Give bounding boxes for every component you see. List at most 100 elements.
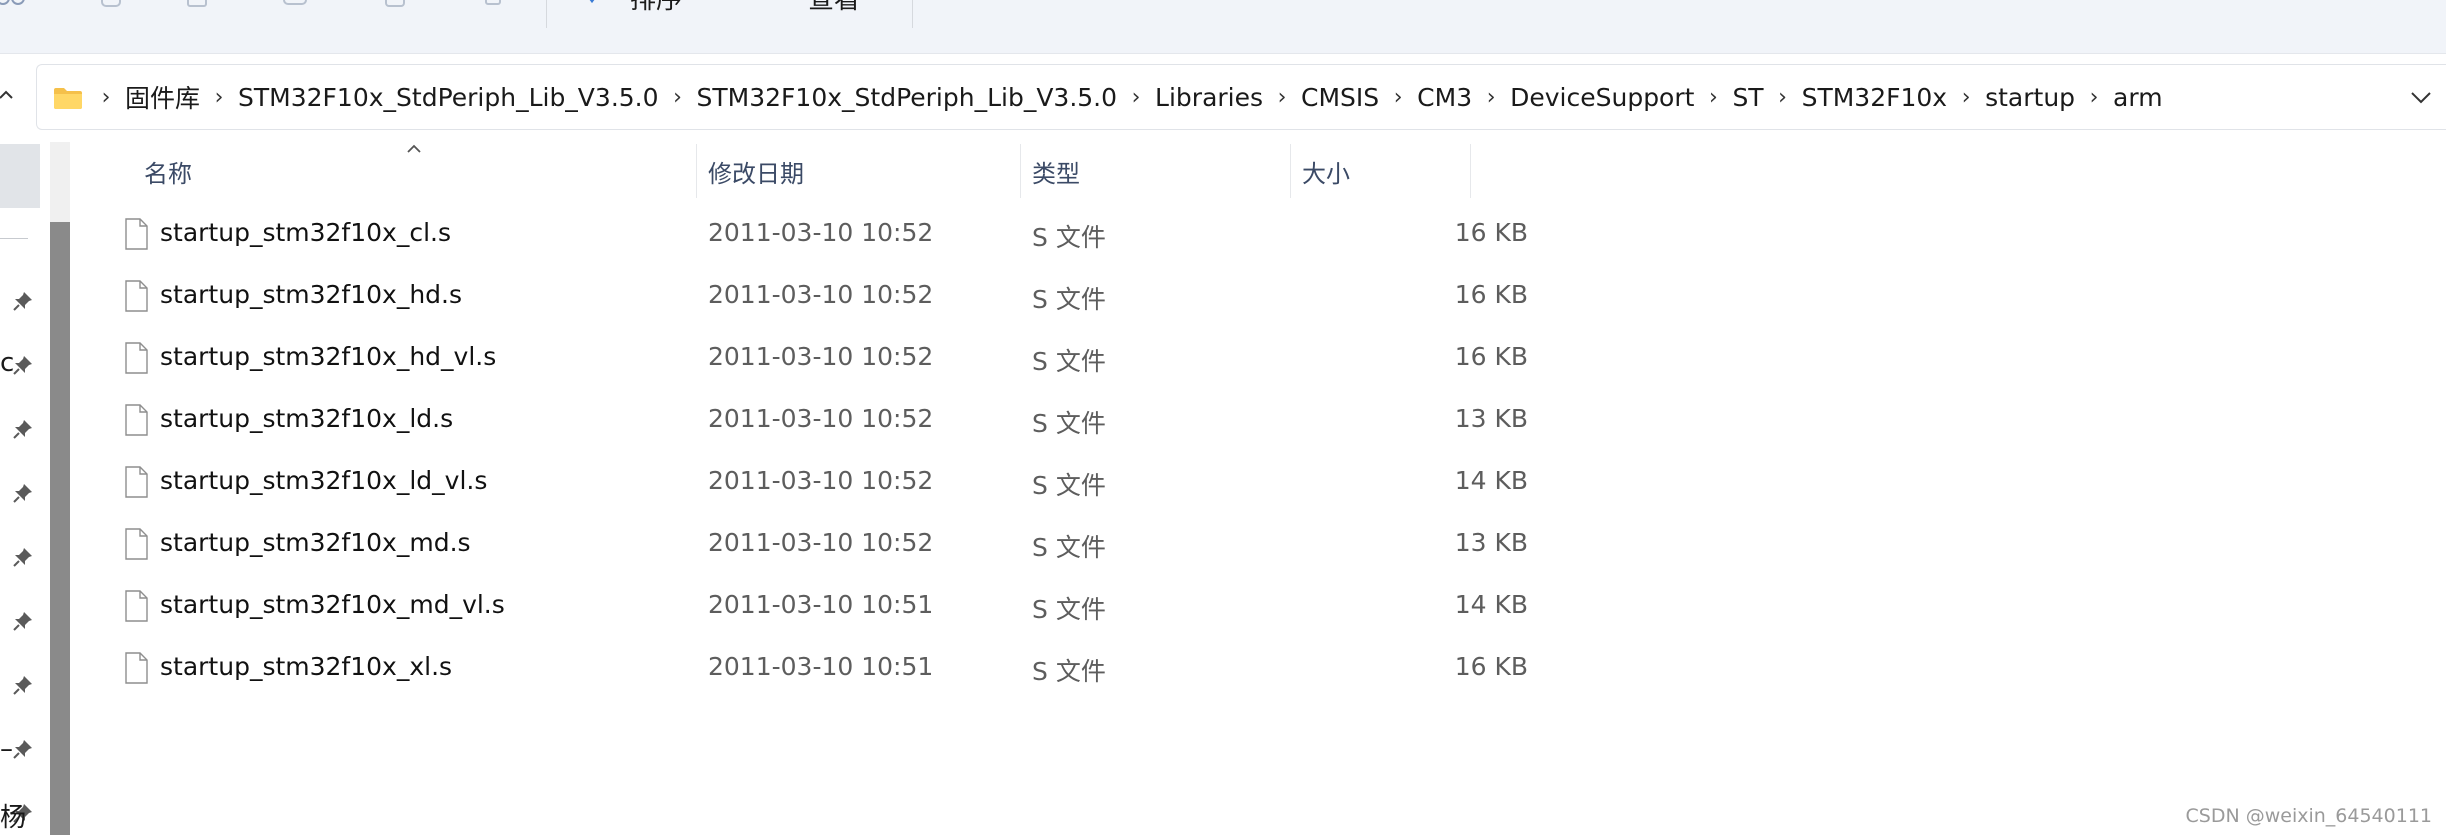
nav-item-label: 杨 bbox=[0, 803, 27, 833]
breadcrumb-separator[interactable]: › bbox=[1263, 85, 1301, 110]
breadcrumb-item[interactable]: STM32F10x bbox=[1802, 83, 1948, 112]
file-row[interactable]: startup_stm32f10x_md_vl.s 2011-03-10 10:5… bbox=[74, 576, 1528, 638]
file-name: startup_stm32f10x_ld.s bbox=[160, 404, 454, 433]
breadcrumb-item[interactable]: STM32F10x_StdPeriph_Lib_V3.5.0 bbox=[238, 83, 659, 112]
file-row[interactable]: startup_stm32f10x_xl.s 2011-03-10 10:51 S … bbox=[74, 638, 1528, 700]
pin-icon[interactable] bbox=[12, 418, 34, 440]
breadcrumb-item[interactable]: Libraries bbox=[1155, 83, 1263, 112]
chevron-down-icon[interactable] bbox=[2410, 87, 2432, 107]
file-size: 13 KB bbox=[1454, 404, 1528, 433]
pin-icon[interactable] bbox=[12, 482, 34, 504]
column-header-name[interactable]: 名称 bbox=[144, 154, 192, 189]
file-size: 16 KB bbox=[1454, 652, 1528, 681]
file-modified-date: 2011-03-10 10:52 bbox=[708, 466, 934, 495]
copy-icon[interactable] bbox=[96, 0, 126, 10]
nav-scrollbar-thumb[interactable] bbox=[50, 222, 70, 835]
file-size: 13 KB bbox=[1454, 528, 1528, 557]
breadcrumb-separator[interactable]: › bbox=[659, 85, 697, 110]
file-modified-date: 2011-03-10 10:52 bbox=[708, 218, 934, 247]
file-modified-date: 2011-03-10 10:52 bbox=[708, 280, 934, 309]
toolbar-separator bbox=[546, 0, 547, 28]
rename-icon[interactable] bbox=[280, 0, 310, 10]
file-icon bbox=[125, 528, 148, 560]
nav-divider bbox=[0, 238, 28, 239]
view-icon bbox=[756, 0, 790, 11]
breadcrumb-item[interactable]: 固件库 bbox=[125, 79, 200, 115]
file-modified-date: 2011-03-10 10:52 bbox=[708, 342, 934, 371]
chevron-up-icon[interactable] bbox=[0, 82, 16, 106]
sort-icon bbox=[590, 0, 594, 3]
share-out-icon[interactable] bbox=[380, 0, 410, 10]
view-button[interactable]: 查看 bbox=[756, 0, 861, 15]
pin-icon[interactable] bbox=[12, 290, 34, 312]
breadcrumb-item[interactable]: arm bbox=[2113, 83, 2163, 112]
sort-button[interactable]: 排序 bbox=[582, 0, 683, 15]
sort-label: 排序 bbox=[630, 0, 683, 15]
address-bar[interactable]: › 固件库 › STM32F10x_StdPeriph_Lib_V3.5.0 › STM3… bbox=[36, 64, 2446, 130]
breadcrumb-separator[interactable]: › bbox=[200, 85, 238, 110]
breadcrumb-item[interactable]: DeviceSupport bbox=[1510, 83, 1694, 112]
file-name: startup_stm32f10x_ld_vl.s bbox=[160, 466, 488, 495]
pin-icon[interactable] bbox=[12, 674, 34, 696]
sort-ascending-icon bbox=[407, 144, 421, 153]
breadcrumb-separator[interactable]: › bbox=[1764, 85, 1802, 110]
breadcrumb-item[interactable]: ST bbox=[1732, 83, 1763, 112]
breadcrumb: › 固件库 › STM32F10x_StdPeriph_Lib_V3.5.0 › STM3… bbox=[87, 65, 2163, 129]
column-header-type[interactable]: 类型 bbox=[1032, 154, 1080, 189]
pin-icon[interactable] bbox=[12, 738, 34, 760]
file-modified-date: 2011-03-10 10:51 bbox=[708, 590, 934, 619]
file-list: 名称 修改日期 类型 大小 startup_stm32f10x_cl.s 2011… bbox=[74, 142, 2446, 835]
view-label: 查看 bbox=[808, 0, 861, 15]
file-name: startup_stm32f10x_md_vl.s bbox=[160, 590, 505, 619]
nav-selected-item[interactable] bbox=[0, 144, 40, 208]
column-divider[interactable] bbox=[1290, 144, 1291, 198]
paste-icon[interactable] bbox=[182, 0, 212, 10]
breadcrumb-separator[interactable]: › bbox=[1472, 85, 1510, 110]
file-name: startup_stm32f10x_hd_vl.s bbox=[160, 342, 497, 371]
file-type: S 文件 bbox=[1032, 285, 1106, 314]
toolbar-separator bbox=[912, 0, 913, 28]
pin-icon[interactable] bbox=[12, 546, 34, 568]
file-icon bbox=[125, 280, 148, 312]
breadcrumb-separator[interactable]: › bbox=[1947, 85, 1985, 110]
file-row[interactable]: startup_stm32f10x_md.s 2011-03-10 10:52 S … bbox=[74, 514, 1528, 576]
column-header-row: 名称 修改日期 类型 大小 bbox=[74, 142, 2446, 198]
breadcrumb-item[interactable]: STM32F10x_StdPeriph_Lib_V3.5.0 bbox=[697, 83, 1118, 112]
breadcrumb-item[interactable]: CM3 bbox=[1417, 83, 1472, 112]
watermark: CSDN @weixin_64540111 bbox=[2185, 805, 2433, 827]
file-icon bbox=[125, 590, 148, 622]
file-row[interactable]: startup_stm32f10x_ld.s 2011-03-10 10:52 S … bbox=[74, 390, 1528, 452]
breadcrumb-separator[interactable]: › bbox=[1694, 85, 1732, 110]
delete-icon[interactable] bbox=[478, 0, 508, 10]
file-size: 16 KB bbox=[1454, 218, 1528, 247]
file-size: 14 KB bbox=[1454, 590, 1528, 619]
column-divider[interactable] bbox=[696, 144, 697, 198]
file-size: 16 KB bbox=[1454, 342, 1528, 371]
file-row[interactable]: startup_stm32f10x_cl.s 2011-03-10 10:52 S … bbox=[74, 204, 1528, 266]
column-header-date[interactable]: 修改日期 bbox=[708, 154, 804, 189]
breadcrumb-separator[interactable]: › bbox=[1379, 85, 1417, 110]
share-icon[interactable] bbox=[0, 0, 26, 10]
column-divider[interactable] bbox=[1470, 144, 1471, 198]
file-icon bbox=[125, 466, 148, 498]
file-row[interactable]: startup_stm32f10x_hd.s 2011-03-10 10:52 S … bbox=[74, 266, 1528, 328]
file-size: 16 KB bbox=[1454, 280, 1528, 309]
file-type: S 文件 bbox=[1032, 409, 1106, 438]
file-type: S 文件 bbox=[1032, 223, 1106, 252]
pin-icon[interactable] bbox=[12, 610, 34, 632]
file-row[interactable]: startup_stm32f10x_hd_vl.s 2011-03-10 10:5… bbox=[74, 328, 1528, 390]
pin-icon[interactable] bbox=[12, 354, 34, 376]
column-header-size[interactable]: 大小 bbox=[1302, 154, 1350, 189]
file-type: S 文件 bbox=[1032, 595, 1106, 624]
breadcrumb-separator[interactable]: › bbox=[2075, 85, 2113, 110]
breadcrumb-item[interactable]: startup bbox=[1985, 83, 2075, 112]
column-divider[interactable] bbox=[1020, 144, 1021, 198]
file-icon bbox=[125, 342, 148, 374]
file-type: S 文件 bbox=[1032, 657, 1106, 686]
breadcrumb-item[interactable]: CMSIS bbox=[1301, 83, 1379, 112]
breadcrumb-separator[interactable]: › bbox=[1117, 85, 1155, 110]
folder-icon bbox=[54, 88, 82, 109]
breadcrumb-separator[interactable]: › bbox=[87, 85, 125, 110]
file-row[interactable]: startup_stm32f10x_ld_vl.s 2011-03-10 10:5… bbox=[74, 452, 1528, 514]
file-type: S 文件 bbox=[1032, 347, 1106, 376]
